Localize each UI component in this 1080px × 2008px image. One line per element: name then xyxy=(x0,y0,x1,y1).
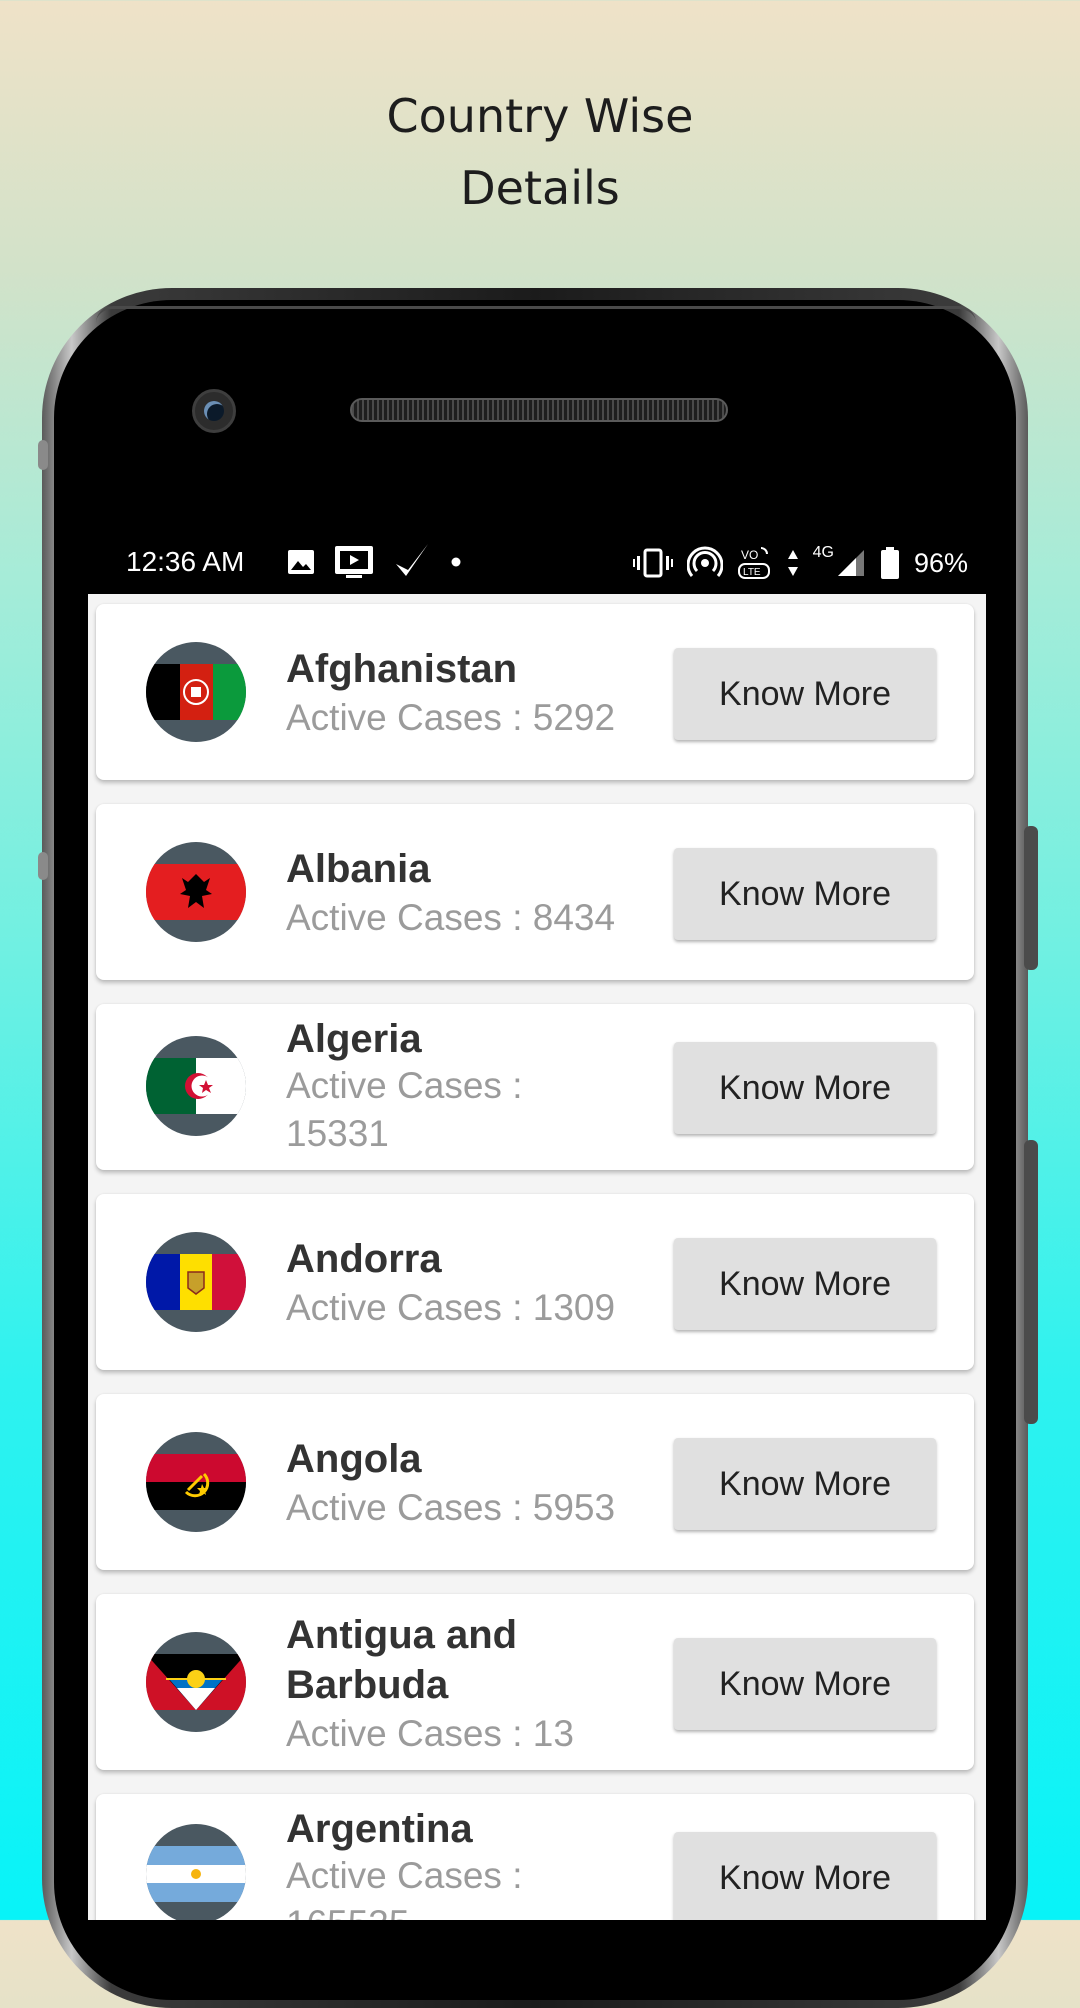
active-cases-value: 15331 xyxy=(286,1113,389,1154)
active-cases: Active Cases : 13 xyxy=(286,1713,574,1754)
volte-icon: VO LTE xyxy=(737,547,770,579)
country-name: Angola xyxy=(286,1437,422,1481)
country-list[interactable]: Afghanistan Active Cases : 5292 Know Mor… xyxy=(88,594,986,1920)
flag-antigua-and-barbuda-icon xyxy=(146,1632,246,1732)
country-name: Antigua and Barbuda xyxy=(286,1610,626,1710)
battery-icon xyxy=(880,547,899,579)
know-more-button[interactable]: Know More xyxy=(674,1832,936,1920)
know-more-button[interactable]: Know More xyxy=(674,1438,936,1530)
hotspot-icon xyxy=(686,546,723,577)
list-item[interactable]: Antigua and Barbuda Active Cases : 13 Kn… xyxy=(96,1594,974,1770)
page-title-line2: Details xyxy=(460,161,620,215)
flag-afghanistan-icon xyxy=(146,642,246,742)
list-item[interactable]: Afghanistan Active Cases : 5292 Know Mor… xyxy=(96,604,974,780)
status-time: 12:36 AM xyxy=(126,546,245,577)
country-name: Algeria xyxy=(286,1017,422,1061)
signal-icon xyxy=(837,550,864,576)
phone-top-edge xyxy=(96,306,976,323)
active-cases: Active Cases : 1309 xyxy=(286,1287,616,1328)
flag-algeria-icon xyxy=(146,1036,246,1136)
list-item[interactable]: Algeria Active Cases : 15331 Know More xyxy=(96,1004,974,1170)
list-item[interactable]: Argentina Active Cases : 165535 Know Mor… xyxy=(96,1794,974,1920)
image-icon xyxy=(288,550,314,574)
know-more-button[interactable]: Know More xyxy=(674,1238,936,1330)
page-title-line1: Country Wise xyxy=(386,89,694,143)
page-title: Country Wise Details xyxy=(0,80,1080,224)
country-name-line2: Barbuda xyxy=(286,1663,449,1707)
left-edge-mark xyxy=(38,852,48,880)
active-cases: Active Cases : xyxy=(286,1065,523,1106)
dot-icon xyxy=(451,557,461,567)
know-more-button[interactable]: Know More xyxy=(674,1042,936,1134)
active-cases: Active Cases : 5292 xyxy=(286,697,616,738)
flag-albania-icon xyxy=(146,842,246,942)
list-item[interactable]: Albania Active Cases : 8434 Know More xyxy=(96,804,974,980)
volume-button xyxy=(1024,1140,1038,1424)
svg-text:LTE: LTE xyxy=(743,567,761,578)
country-name: Albania xyxy=(286,847,431,891)
left-edge-mark xyxy=(38,440,48,470)
flag-andorra-icon xyxy=(146,1232,246,1332)
check-icon xyxy=(396,544,428,576)
flag-angola-icon xyxy=(146,1432,246,1532)
data-arrows-icon xyxy=(787,550,798,576)
country-name: Afghanistan xyxy=(286,647,518,691)
battery-percent: 96% xyxy=(913,547,968,578)
country-name-line1: Antigua and xyxy=(286,1613,518,1657)
flag-argentina-icon xyxy=(146,1824,246,1920)
active-cases: Active Cases : 5953 xyxy=(286,1487,616,1528)
front-camera xyxy=(192,389,236,433)
status-bar: 12:36 AM VO LTE 4G 96% xyxy=(88,536,986,590)
know-more-button[interactable]: Know More xyxy=(674,848,936,940)
svg-text:VO: VO xyxy=(741,548,758,562)
power-button xyxy=(1024,826,1038,970)
vibrate-icon xyxy=(632,548,673,578)
active-cases: Active Cases : 8434 xyxy=(286,897,616,938)
know-more-button[interactable]: Know More xyxy=(674,1638,936,1730)
active-cases: Active Cases : xyxy=(286,1855,523,1896)
country-name: Argentina xyxy=(286,1807,473,1851)
active-cases-value: 165535 xyxy=(286,1900,586,1920)
list-item[interactable]: Andorra Active Cases : 1309 Know More xyxy=(96,1194,974,1370)
list-item[interactable]: Angola Active Cases : 5953 Know More xyxy=(96,1394,974,1570)
country-name: Andorra xyxy=(286,1237,442,1281)
network-type: 4G xyxy=(812,544,834,561)
know-more-button[interactable]: Know More xyxy=(674,648,936,740)
cast-icon xyxy=(335,546,373,578)
earpiece-speaker xyxy=(350,398,728,422)
